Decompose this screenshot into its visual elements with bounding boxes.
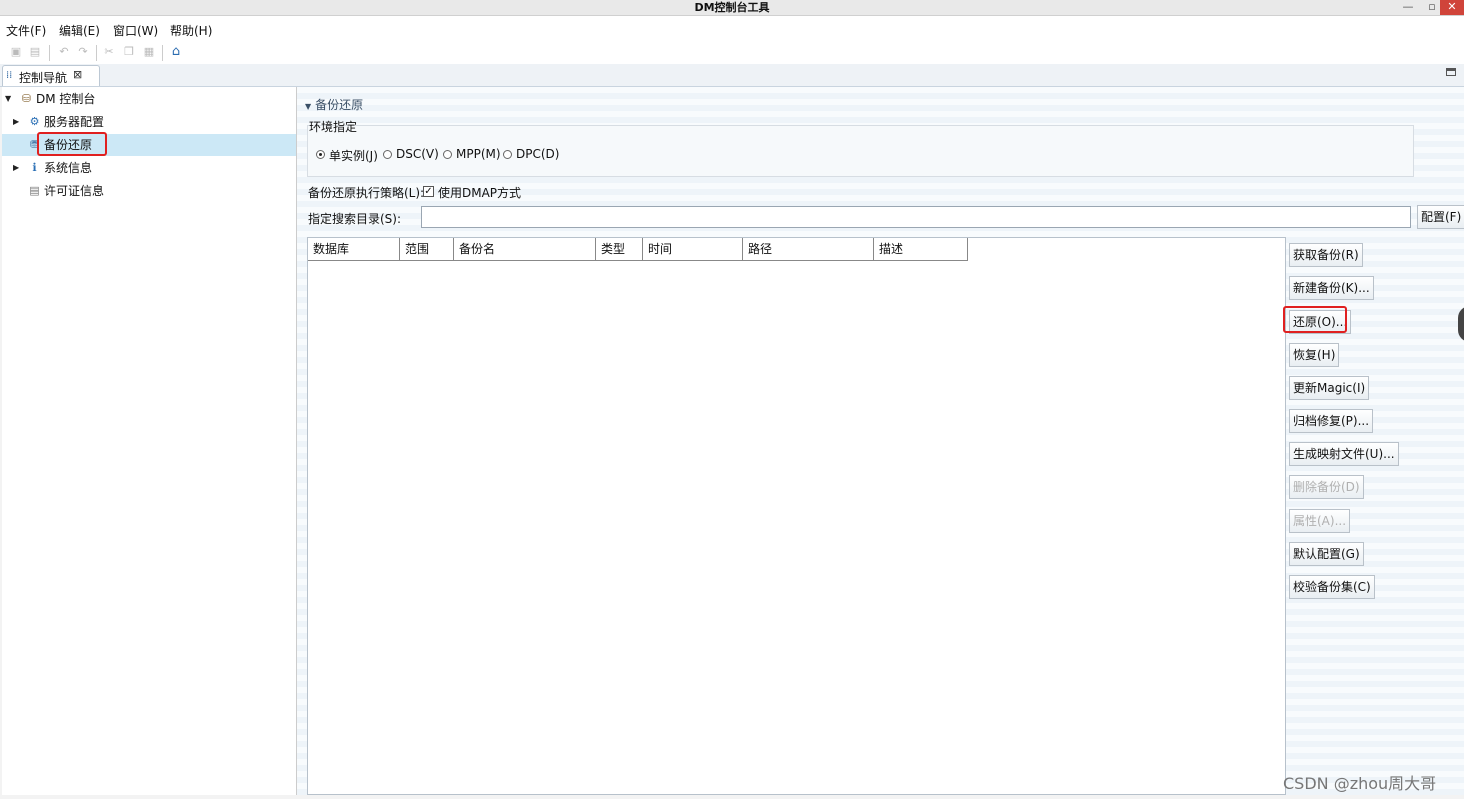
watermark: CSDN @zhou周大哥 — [1283, 774, 1437, 793]
verify-backup-button[interactable]: 校验备份集(C) — [1289, 575, 1375, 599]
column-database[interactable]: 数据库 — [308, 238, 400, 260]
highlight-box — [1283, 306, 1347, 333]
default-config-button[interactable]: 默认配置(G) — [1289, 542, 1364, 566]
radio-label: 单实例(J) — [329, 149, 378, 163]
update-magic-button[interactable]: 更新Magic(I) — [1289, 376, 1370, 400]
close-icon[interactable]: ✕ — [1440, 0, 1464, 15]
generate-mapping-button[interactable]: 生成映射文件(U)... — [1289, 442, 1399, 466]
tree-item-system-info[interactable]: ▶ ℹ 系统信息 — [2, 158, 292, 178]
column-scope[interactable]: 范围 — [400, 238, 454, 260]
column-type[interactable]: 类型 — [596, 238, 643, 260]
archive-repair-button[interactable]: 归档修复(P)... — [1289, 409, 1374, 433]
tree-item-label: 服务器配置 — [44, 115, 105, 129]
column-time[interactable]: 时间 — [643, 238, 743, 260]
window-title: DM控制台工具 — [694, 1, 770, 14]
toolbar-separator — [49, 45, 50, 61]
radio-single-instance[interactable] — [316, 150, 325, 159]
environment-legend: 环境指定 — [309, 120, 358, 134]
toolbar: ▣ ▤ ↶ ↷ ✂ ❐ ▦ ⌂ — [0, 42, 1464, 65]
database-icon: ⛁ — [21, 92, 32, 105]
radio-label: DPC(D) — [516, 147, 560, 161]
radio-label: DSC(V) — [396, 147, 439, 161]
dmap-checkbox[interactable]: ✓ — [423, 186, 434, 197]
recover-button[interactable]: 恢复(H) — [1289, 343, 1340, 367]
home-icon[interactable]: ⌂ — [170, 45, 182, 58]
gear-icon: ⚙ — [29, 115, 40, 128]
search-dir-input[interactable] — [421, 206, 1411, 228]
config-button[interactable]: 配置(F) — [1417, 205, 1464, 229]
tab-close-icon[interactable]: ⊠ — [73, 68, 82, 81]
tree-item-label: DM 控制台 — [36, 92, 96, 106]
tab-label: 控制导航 — [19, 71, 68, 85]
navigation-tree: ▼ ⛁ DM 控制台 ▶ ⚙ 服务器配置 ⛃ 备份还原 ▶ ℹ 系统信息 ▤ 许… — [2, 87, 297, 795]
backup-table[interactable]: 数据库 范围 备份名 类型 时间 路径 描述 — [307, 237, 1286, 795]
tab-control-navigation[interactable]: ⁞⁞ 控制导航 ⊠ — [2, 65, 100, 86]
tree-item-label: 系统信息 — [44, 161, 93, 175]
delete-backup-button[interactable]: 删除备份(D) — [1289, 475, 1364, 499]
window-titlebar: DM控制台工具 — ▫ ✕ — [0, 0, 1464, 16]
column-description[interactable]: 描述 — [874, 238, 968, 260]
save-all-icon[interactable]: ▤ — [29, 46, 41, 58]
tree-item-label: 许可证信息 — [44, 184, 105, 198]
license-icon: ▤ — [29, 184, 40, 197]
column-backup-name[interactable]: 备份名 — [454, 238, 596, 260]
radio-dpc[interactable] — [503, 150, 512, 159]
section-header[interactable]: ▼ 备份还原 — [305, 96, 363, 113]
strategy-label: 备份还原执行策略(L): — [308, 186, 425, 200]
new-backup-button[interactable]: 新建备份(K)... — [1289, 276, 1374, 300]
copy-icon[interactable]: ❐ — [123, 46, 135, 58]
tree-item-dm-console[interactable]: ▼ ⛁ DM 控制台 — [2, 89, 292, 109]
dmap-checkbox-label: 使用DMAP方式 — [438, 186, 522, 200]
paste-icon[interactable]: ▦ — [143, 46, 155, 58]
minimize-view-icon[interactable] — [1446, 68, 1456, 76]
expanded-arrow-icon[interactable]: ▼ — [5, 89, 11, 109]
redo-icon[interactable]: ↷ — [77, 46, 89, 58]
highlight-box — [37, 132, 107, 156]
search-dir-label: 指定搜索目录(S): — [308, 212, 402, 226]
tree-item-license-info[interactable]: ▤ 许可证信息 — [2, 181, 292, 201]
navigation-icon: ⁞⁞ — [6, 70, 13, 81]
collapsed-arrow-icon[interactable]: ▶ — [13, 112, 19, 132]
save-icon[interactable]: ▣ — [10, 46, 22, 58]
section-collapse-icon[interactable]: ▼ — [305, 102, 311, 111]
menu-window[interactable]: 窗口(W) — [113, 22, 158, 39]
section-title: 备份还原 — [315, 98, 364, 112]
menu-edit[interactable]: 编辑(E) — [59, 22, 100, 39]
view-tab-row: ⁞⁞ 控制导航 ⊠ — [0, 64, 1464, 87]
cut-icon[interactable]: ✂ — [103, 46, 115, 58]
collapsed-arrow-icon[interactable]: ▶ — [13, 158, 19, 178]
menu-help[interactable]: 帮助(H) — [170, 22, 212, 39]
radio-dsc[interactable] — [383, 150, 392, 159]
toolbar-separator — [162, 45, 163, 61]
radio-mpp[interactable] — [443, 150, 452, 159]
properties-button[interactable]: 属性(A)... — [1289, 509, 1351, 533]
table-header: 数据库 范围 备份名 类型 时间 路径 描述 — [308, 238, 968, 261]
tree-item-server-config[interactable]: ▶ ⚙ 服务器配置 — [2, 112, 292, 132]
info-icon: ℹ — [32, 161, 37, 174]
fetch-backup-button[interactable]: 获取备份(R) — [1289, 243, 1363, 267]
column-path[interactable]: 路径 — [743, 238, 874, 260]
undo-icon[interactable]: ↶ — [58, 46, 70, 58]
menu-file[interactable]: 文件(F) — [6, 22, 46, 39]
minimize-icon[interactable]: — — [1396, 0, 1420, 15]
menu-bar: 文件(F) 编辑(E) 窗口(W) 帮助(H) — [0, 16, 1464, 42]
radio-label: MPP(M) — [456, 147, 501, 161]
toolbar-separator — [96, 45, 97, 61]
